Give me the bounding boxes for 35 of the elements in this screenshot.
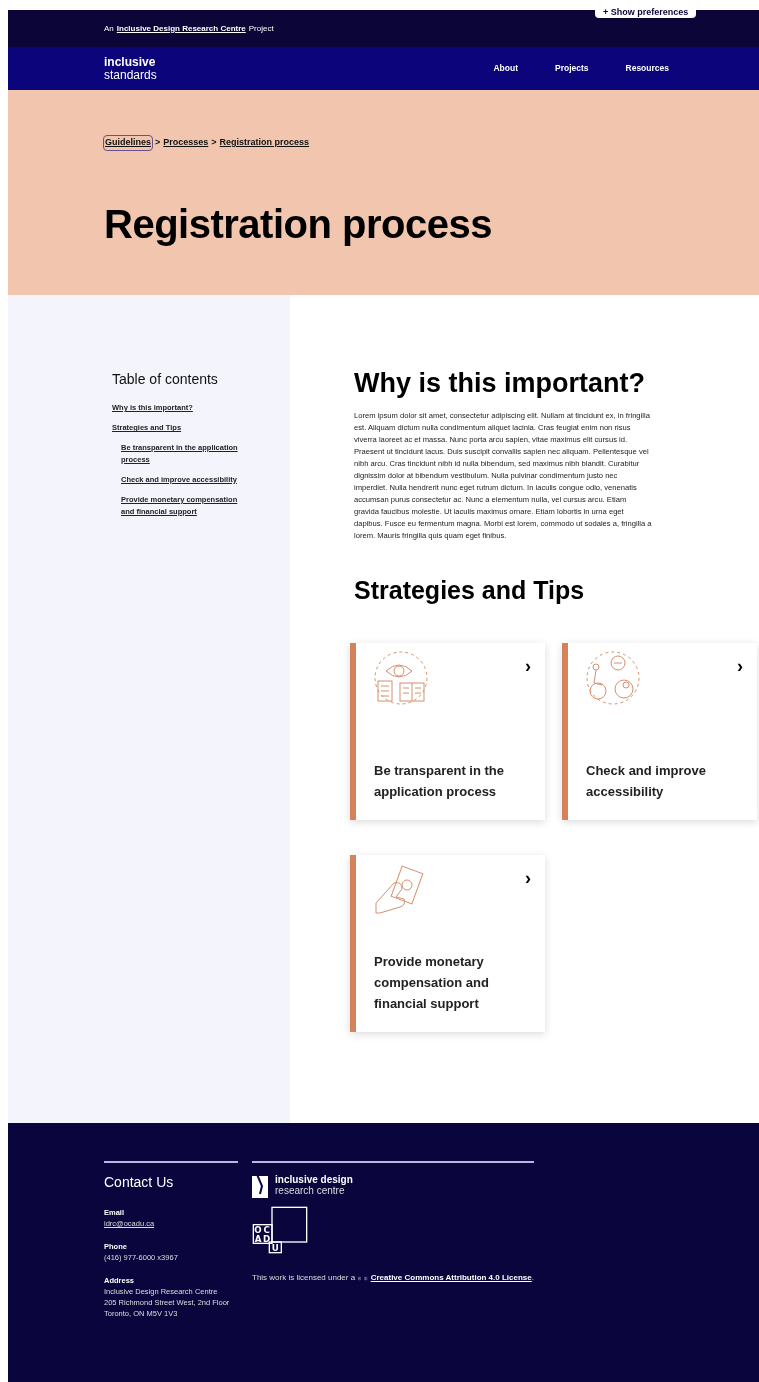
footer-heading: Contact Us (104, 1173, 175, 1192)
eye-documents-icon (374, 651, 428, 705)
breadcrumb-link[interactable]: Processes (163, 136, 209, 150)
strategy-card[interactable]: › Provide monetary compensation and financial support (350, 855, 545, 1032)
chevron-icon: › (525, 869, 531, 887)
top-bar-text: Project (248, 22, 274, 35)
nav-link[interactable]: About (493, 62, 518, 75)
strategy-card[interactable]: › Check and improve accessibility (562, 643, 757, 820)
site-logo-text[interactable]: inclusive (104, 55, 157, 69)
card-title: Provide monetary compensation and financial support (374, 953, 490, 1013)
card-title: Check and improve accessibility (586, 762, 707, 801)
idrc-logo-text: research centre (275, 1185, 345, 1196)
chevron-icon: › (525, 657, 531, 675)
breadcrumb-separator: > (211, 136, 217, 149)
nav-link[interactable]: Projects (555, 62, 589, 75)
card-title: Be transparent in the application process (374, 762, 506, 801)
toc-heading: Table of contents (112, 370, 219, 389)
top-bar-text: An (104, 22, 114, 35)
nav-link[interactable]: Resources (625, 62, 669, 75)
page-title: Registration process (104, 200, 493, 248)
strategy-card[interactable]: › Be transparent in the application process (350, 643, 545, 820)
license-text: This work is licensed under a (252, 1272, 356, 1284)
site-logo-text[interactable]: standards (104, 68, 157, 82)
license-text: . (531, 1273, 534, 1282)
show-preferences-button[interactable]: + Show preferences (595, 6, 697, 18)
idrc-logo-text: inclusive design (275, 1174, 353, 1185)
license-link[interactable]: Creative Commons Attribution 4.0 License (370, 1273, 532, 1282)
idrc-link[interactable]: Inclusive Design Research Centre (116, 22, 246, 35)
section-heading: Strategies and Tips (354, 574, 586, 606)
breadcrumb-separator: > (155, 136, 161, 149)
chevron-icon: › (737, 657, 743, 675)
section-heading: Why is this important? (354, 367, 646, 400)
breadcrumb-link[interactable]: Registration process (219, 136, 310, 150)
breadcrumb-link[interactable]: Guidelines (104, 136, 152, 150)
people-icon (586, 651, 640, 705)
